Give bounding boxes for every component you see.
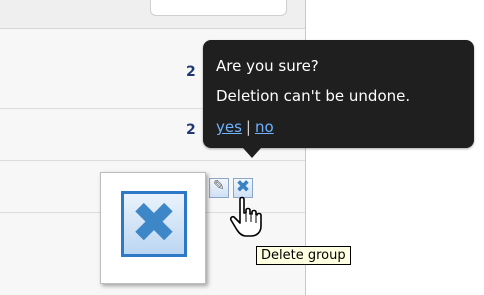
delete-x-icon: ✖ — [235, 177, 251, 197]
group-count: 2 — [186, 64, 196, 80]
header-tab[interactable] — [150, 0, 287, 16]
confirm-yes-link[interactable]: yes — [216, 118, 242, 136]
delete-confirm-popover: Are you sure? Deletion can't be undone. … — [203, 40, 474, 158]
delete-group-button[interactable]: ✖ — [233, 177, 253, 198]
confirm-question: Are you sure? — [216, 57, 319, 75]
group-count: 2 — [186, 122, 196, 138]
delete-x-icon: ✖ — [130, 191, 178, 256]
pencil-icon: ✎ — [213, 178, 225, 194]
confirm-actions: yes | no — [216, 118, 274, 136]
link-separator: | — [245, 118, 251, 136]
confirm-no-link[interactable]: no — [255, 118, 274, 136]
edit-group-button[interactable]: ✎ — [209, 178, 229, 198]
panel-header — [0, 0, 305, 29]
delete-button-zoomed: ✖ — [121, 191, 187, 257]
delete-group-tooltip: Delete group — [256, 246, 351, 265]
confirm-message: Deletion can't be undone. — [216, 87, 411, 105]
hand-pointer-cursor — [229, 196, 262, 237]
row-divider — [0, 160, 305, 161]
magnified-delete-icon: ✖ — [100, 172, 206, 284]
